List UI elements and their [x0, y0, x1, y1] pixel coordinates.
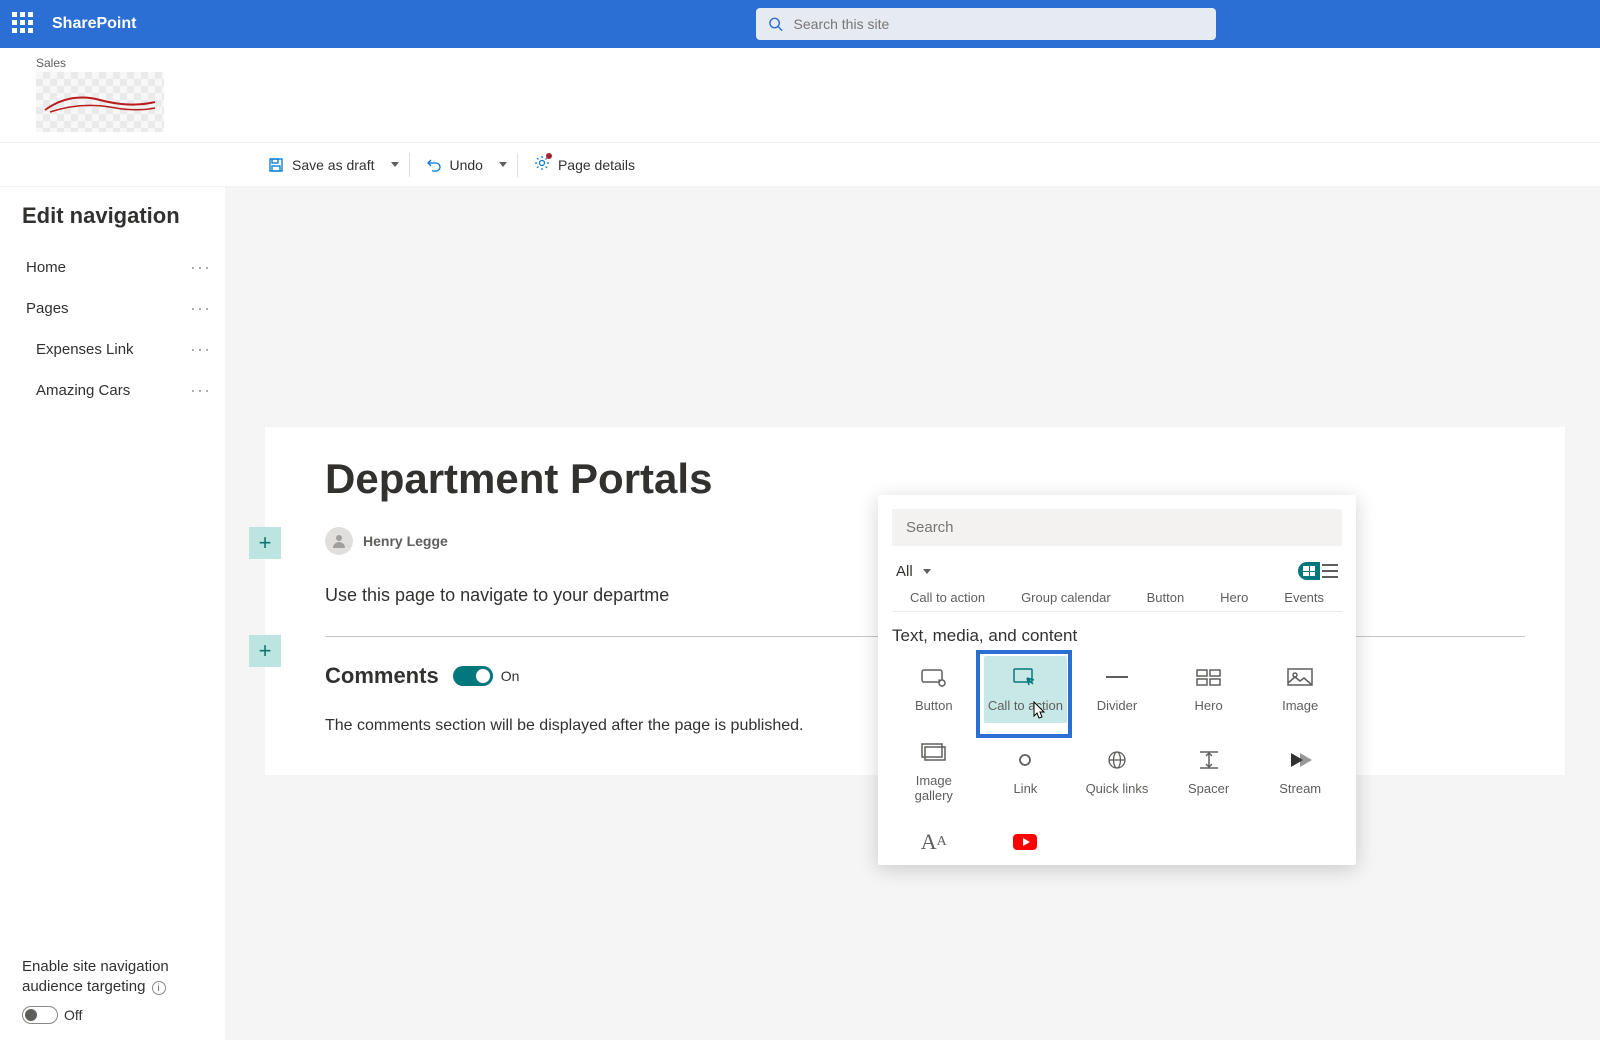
more-icon[interactable]: ··· [190, 298, 211, 319]
webpart-image[interactable]: Image [1258, 656, 1342, 723]
grid-view-icon[interactable] [1298, 562, 1320, 580]
undo-button[interactable]: Undo [416, 151, 493, 179]
cursor-icon [1032, 700, 1048, 720]
youtube-icon [1010, 831, 1040, 853]
audience-targeting-toggle[interactable]: Off [22, 1006, 215, 1024]
comments-header: Comments [325, 663, 439, 689]
button-icon [919, 666, 949, 688]
category-label: Text, media, and content [892, 626, 1342, 646]
divider [409, 153, 410, 177]
nav-item-home[interactable]: Home ··· [22, 247, 215, 288]
spacer-icon [1194, 749, 1224, 771]
webpart-stream[interactable]: Stream [1258, 731, 1342, 813]
save-icon [268, 157, 284, 173]
app-name[interactable]: SharePoint [52, 15, 136, 33]
webpart-hero[interactable]: Hero [1167, 656, 1251, 723]
audience-targeting-label: Enable site navigation audience targetin… [22, 957, 215, 996]
hero-icon [1194, 666, 1224, 688]
add-section-button[interactable]: + [249, 635, 281, 667]
site-header: Sales [0, 48, 1600, 143]
cta-icon [1010, 666, 1040, 688]
webpart-grid: Button Call to action Divider Hero [892, 656, 1342, 865]
text-icon: AA [919, 831, 949, 853]
app-launcher-icon[interactable] [12, 12, 36, 36]
nav-item-expenses-link[interactable]: Expenses Link ··· [22, 329, 215, 370]
undo-split-chevron[interactable] [499, 162, 507, 167]
save-as-draft-button[interactable]: Save as draft [258, 151, 385, 179]
search-icon [768, 16, 783, 32]
info-icon[interactable]: i [152, 981, 166, 995]
more-icon[interactable]: ··· [190, 257, 211, 278]
notification-dot [546, 153, 552, 159]
webpart-picker: All Call to action Group calendar Button… [878, 495, 1356, 865]
peek-row: Call to action Group calendar Button Her… [892, 590, 1342, 612]
author-name[interactable]: Henry Legge [363, 533, 448, 549]
picker-search-box[interactable] [892, 509, 1342, 546]
nav-item-amazing-cars[interactable]: Amazing Cars ··· [22, 370, 215, 411]
link-icon [1010, 749, 1040, 771]
webpart-divider[interactable]: Divider [1075, 656, 1159, 723]
more-icon[interactable]: ··· [190, 380, 211, 401]
page-canvas: + + Department Portals Henry Legge Use t… [225, 187, 1600, 1040]
image-icon [1285, 666, 1315, 688]
undo-icon [426, 157, 442, 173]
search-input[interactable] [794, 16, 1205, 32]
site-logo[interactable] [36, 72, 164, 132]
webpart-button[interactable]: Button [892, 656, 976, 723]
suite-header: SharePoint [0, 0, 1600, 48]
quicklinks-icon [1102, 749, 1132, 771]
view-toggle[interactable] [1298, 562, 1338, 580]
command-bar: Save as draft Undo Page details [0, 143, 1600, 187]
nav-title: Edit navigation [22, 203, 215, 229]
search-box[interactable] [756, 8, 1216, 40]
left-nav: Edit navigation Home ··· Pages ··· Expen… [0, 187, 225, 1040]
divider [517, 153, 518, 177]
picker-filter-all[interactable]: All [896, 563, 935, 580]
divider-icon [1102, 666, 1132, 688]
comments-toggle[interactable]: On [453, 666, 520, 686]
add-section-button[interactable]: + [249, 527, 281, 559]
webpart-link[interactable]: Link [984, 731, 1068, 813]
webpart-youtube[interactable] [984, 821, 1068, 865]
gallery-icon [919, 741, 949, 763]
chevron-down-icon [923, 569, 931, 574]
save-split-chevron[interactable] [391, 162, 399, 167]
picker-search-input[interactable] [906, 519, 1328, 536]
stream-icon [1285, 749, 1315, 771]
webpart-quick-links[interactable]: Quick links [1075, 731, 1159, 813]
webpart-image-gallery[interactable]: Image gallery [892, 731, 976, 813]
webpart-text[interactable]: AA [892, 821, 976, 865]
more-icon[interactable]: ··· [190, 339, 211, 360]
webpart-call-to-action[interactable]: Call to action [984, 656, 1068, 723]
webpart-spacer[interactable]: Spacer [1167, 731, 1251, 813]
avatar[interactable] [325, 527, 353, 555]
page-details-button[interactable]: Page details [524, 149, 645, 180]
nav-item-pages[interactable]: Pages ··· [22, 288, 215, 329]
site-label: Sales [36, 56, 1576, 70]
list-view-icon[interactable] [1322, 564, 1338, 578]
